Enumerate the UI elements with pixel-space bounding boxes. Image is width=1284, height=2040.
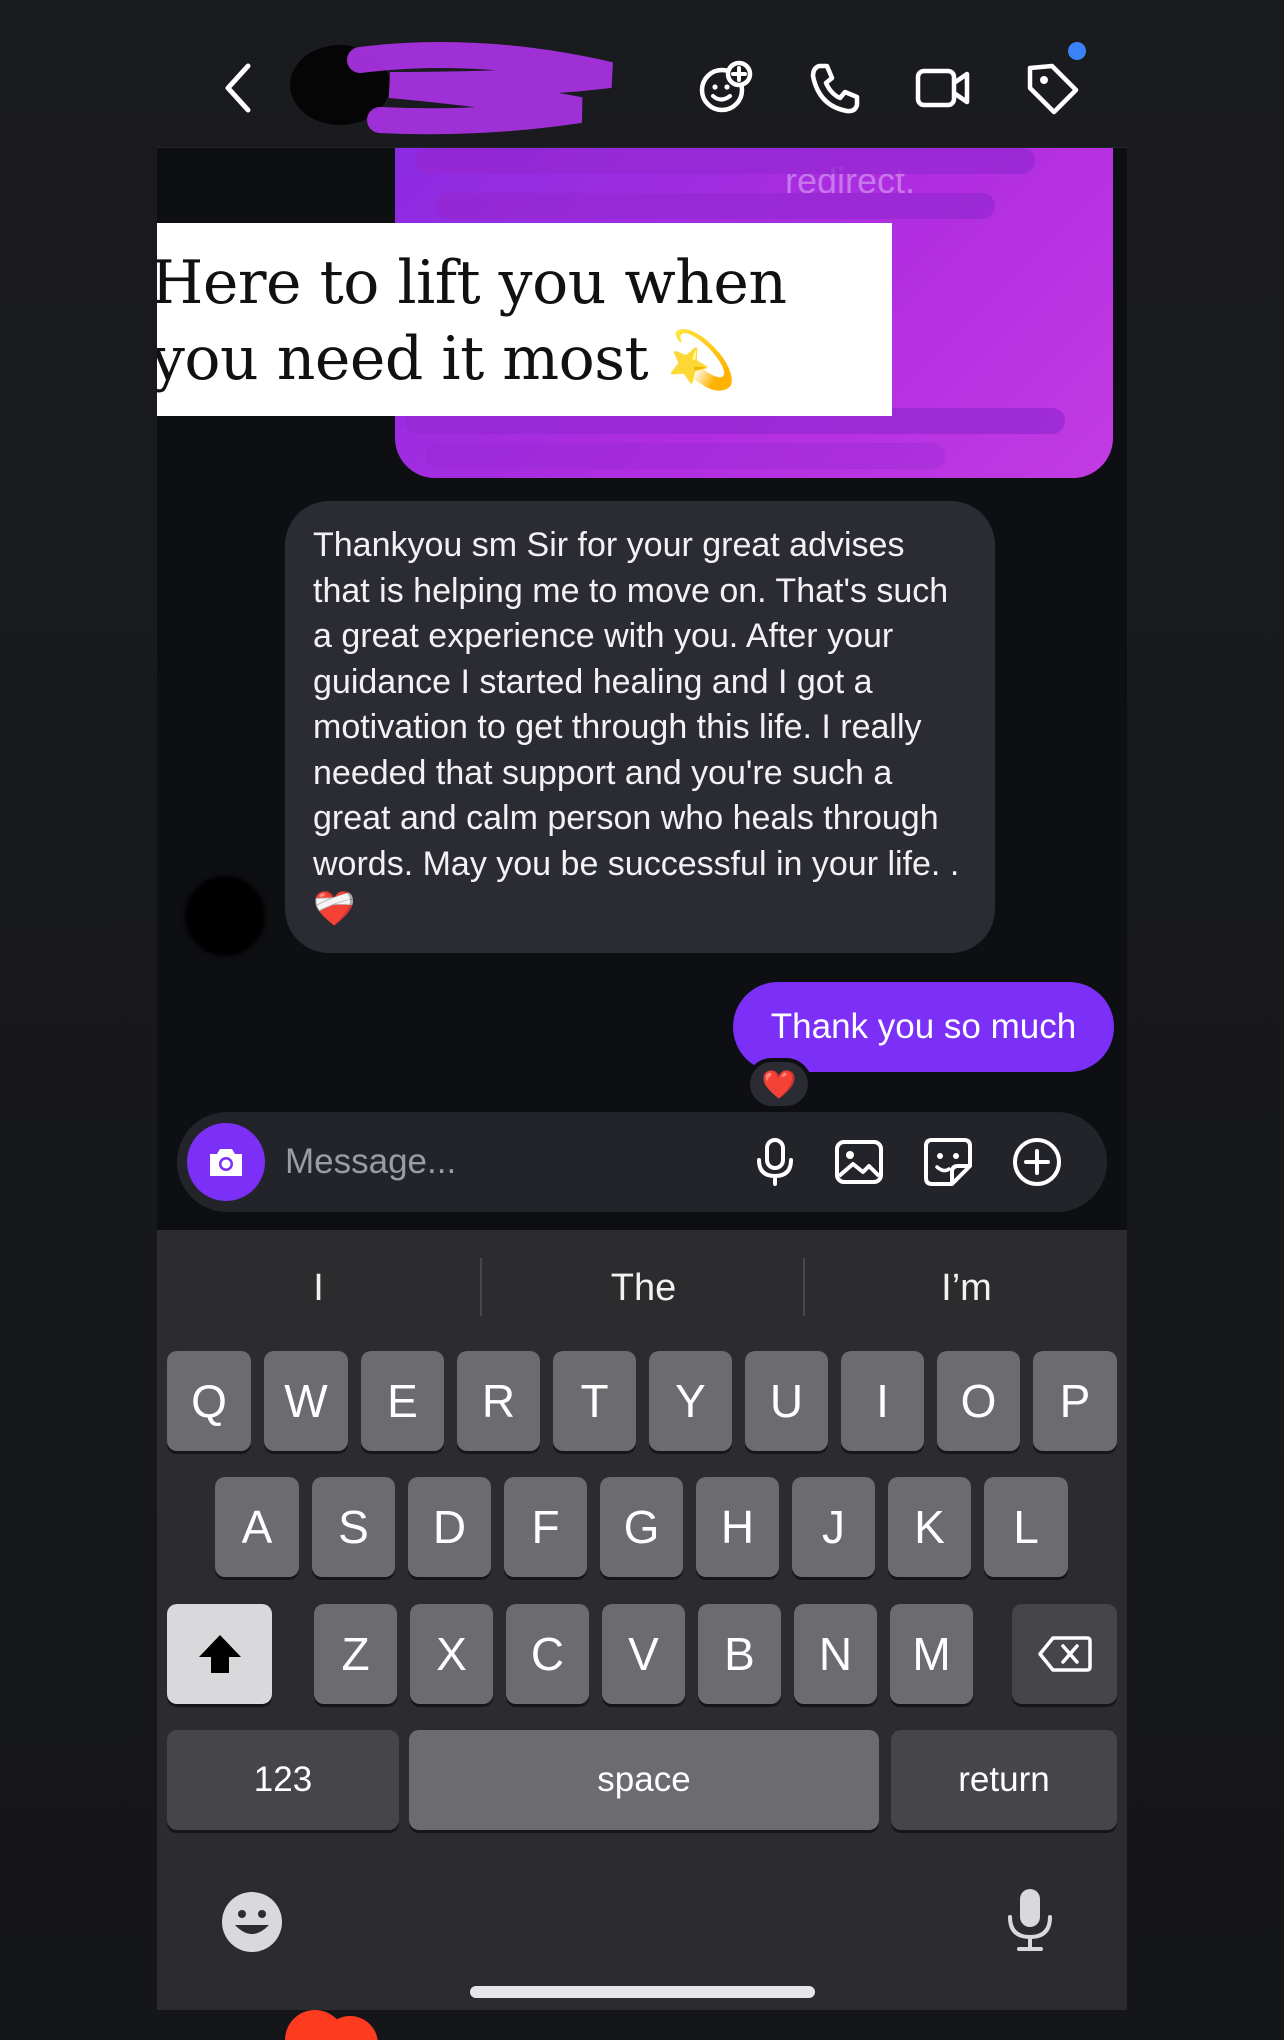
tag-button[interactable] <box>1022 42 1086 118</box>
redaction-scribble <box>435 193 995 219</box>
key-n[interactable]: N <box>794 1604 877 1704</box>
heart-reaction[interactable]: ❤️ <box>746 1058 812 1110</box>
key-h[interactable]: H <box>696 1477 779 1577</box>
redaction-scribble <box>415 148 1035 174</box>
phone-icon <box>810 63 860 114</box>
space-key[interactable]: space <box>409 1730 879 1830</box>
dizzy-star-emoji: 💫 <box>666 328 737 393</box>
voice-message-button[interactable] <box>749 1136 801 1188</box>
delete-key[interactable] <box>1012 1604 1117 1704</box>
key-k[interactable]: K <box>888 1477 971 1577</box>
key-x[interactable]: X <box>410 1604 493 1704</box>
redaction-scribble <box>425 443 945 469</box>
numbers-key[interactable]: 123 <box>167 1730 399 1830</box>
keyboard: I The I’m Q W E R T Y U I O P A S D F G … <box>157 1230 1127 2010</box>
emoji-keyboard-button[interactable] <box>217 1887 287 1957</box>
voice-call-button[interactable] <box>805 58 865 118</box>
outgoing-message-text: Thank you so much <box>770 1007 1077 1046</box>
quote-text: Here to lift you when you need it most 💫 <box>157 245 868 399</box>
gallery-button[interactable] <box>833 1136 885 1188</box>
quote-overlay-card: Here to lift you when you need it most 💫 <box>157 223 892 416</box>
microphone-icon <box>757 1138 793 1186</box>
video-call-button[interactable] <box>913 58 973 118</box>
tag-icon <box>1027 63 1079 115</box>
key-q[interactable]: Q <box>167 1351 251 1451</box>
sticker-icon <box>924 1138 972 1186</box>
key-z[interactable]: Z <box>314 1604 397 1704</box>
key-y[interactable]: Y <box>649 1351 732 1451</box>
back-button[interactable] <box>218 58 258 118</box>
suggestion-1[interactable]: I <box>157 1258 480 1318</box>
video-camera-icon <box>915 68 970 108</box>
key-m[interactable]: M <box>890 1604 973 1704</box>
predictive-bar: I The I’m <box>157 1230 1127 1345</box>
key-i[interactable]: I <box>841 1351 924 1451</box>
gallery-icon <box>835 1140 883 1184</box>
camera-icon <box>210 1149 242 1176</box>
chat-header <box>0 0 1284 150</box>
key-l[interactable]: L <box>984 1477 1068 1577</box>
incoming-message[interactable]: Thankyou sm Sir for your great advises t… <box>285 501 995 953</box>
shift-key[interactable] <box>167 1604 272 1704</box>
key-u[interactable]: U <box>745 1351 828 1451</box>
key-w[interactable]: W <box>264 1351 348 1451</box>
more-button[interactable] <box>1011 1136 1063 1188</box>
key-d[interactable]: D <box>408 1477 491 1577</box>
key-a[interactable]: A <box>215 1477 299 1577</box>
shift-arrow-icon <box>198 1635 241 1673</box>
key-t[interactable]: T <box>553 1351 636 1451</box>
heart-icon: ❤️ <box>761 1068 797 1100</box>
dictation-button[interactable] <box>995 1885 1065 1955</box>
notification-dot <box>1068 42 1086 60</box>
sticker-add-button[interactable] <box>695 58 755 118</box>
redacted-contact-name[interactable] <box>280 25 640 140</box>
key-b[interactable]: B <box>698 1604 781 1704</box>
return-key[interactable]: return <box>891 1730 1117 1830</box>
microphone-icon <box>1008 1889 1052 1951</box>
key-v[interactable]: V <box>602 1604 685 1704</box>
chat-thread[interactable]: redirect. Here to lift you when you need… <box>157 148 1127 1230</box>
key-j[interactable]: J <box>792 1477 875 1577</box>
sticker-add-icon <box>699 60 753 113</box>
backspace-icon <box>1037 1636 1092 1672</box>
key-p[interactable]: P <box>1033 1351 1117 1451</box>
sticker-button[interactable] <box>922 1136 974 1188</box>
avatar[interactable] <box>185 876 265 956</box>
home-indicator[interactable] <box>470 1986 815 1998</box>
incoming-message-text: Thankyou sm Sir for your great advises t… <box>313 526 960 928</box>
suggestion-2[interactable]: The <box>482 1258 805 1318</box>
message-composer <box>177 1112 1107 1212</box>
key-e[interactable]: E <box>361 1351 444 1451</box>
key-r[interactable]: R <box>457 1351 540 1451</box>
key-f[interactable]: F <box>504 1477 587 1577</box>
key-s[interactable]: S <box>312 1477 395 1577</box>
key-g[interactable]: G <box>600 1477 683 1577</box>
plus-circle-icon <box>1013 1138 1061 1186</box>
key-c[interactable]: C <box>506 1604 589 1704</box>
camera-button[interactable] <box>187 1123 265 1201</box>
screen: redirect. Here to lift you when you need… <box>0 0 1284 2040</box>
chevron-left-icon <box>225 63 251 113</box>
message-input[interactable] <box>285 1132 705 1192</box>
key-o[interactable]: O <box>937 1351 1020 1451</box>
suggestion-3[interactable]: I’m <box>805 1258 1128 1318</box>
emoji-face-icon <box>222 1892 282 1952</box>
heart-fragment <box>285 2010 378 2040</box>
